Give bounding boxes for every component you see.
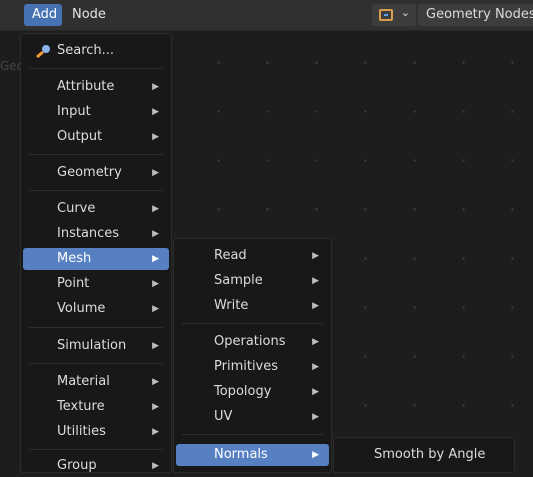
menu-divider [182, 434, 323, 435]
submenu-arrow-icon: ▶ [152, 168, 159, 178]
menu-item-geometry[interactable]: Geometry ▶ [23, 162, 169, 184]
submenu-arrow-icon: ▶ [152, 254, 159, 264]
mesh-submenu: Read ▶ Sample ▶ Write ▶ Operations ▶ Pri… [173, 238, 332, 473]
submenu-arrow-icon: ▶ [152, 461, 159, 471]
menu-item-label: Mesh [57, 251, 92, 266]
menu-divider [29, 68, 163, 69]
search-icon [35, 44, 53, 58]
chevron-down-icon: ⌄ [400, 6, 410, 19]
submenu-arrow-icon: ▶ [152, 304, 159, 314]
menu-item-label: Smooth by Angle [374, 447, 486, 462]
submenu-arrow-icon: ▶ [312, 387, 319, 397]
submenu-arrow-icon: ▶ [152, 427, 159, 437]
menu-item-volume[interactable]: Volume ▶ [23, 298, 169, 320]
menu-item-label: UV [214, 409, 233, 424]
menu-item-topology[interactable]: Topology ▶ [176, 381, 329, 403]
submenu-arrow-icon: ▶ [152, 132, 159, 142]
menu-item-group[interactable]: Group ▶ [23, 455, 169, 477]
add-menu: Search... Attribute ▶ Input ▶ Output ▶ G… [20, 33, 172, 473]
menu-item-label: Volume [57, 301, 106, 316]
normals-submenu: Smooth by Angle [333, 437, 515, 473]
submenu-arrow-icon: ▶ [312, 337, 319, 347]
menu-item-utilities[interactable]: Utilities ▶ [23, 421, 169, 443]
menu-item-label: Operations [214, 334, 286, 349]
submenu-arrow-icon: ▶ [312, 276, 319, 286]
menu-item-primitives[interactable]: Primitives ▶ [176, 356, 329, 378]
menu-item-point[interactable]: Point ▶ [23, 273, 169, 295]
submenu-arrow-icon: ▶ [152, 229, 159, 239]
menu-item-material[interactable]: Material ▶ [23, 371, 169, 393]
menu-item-sample[interactable]: Sample ▶ [176, 270, 329, 292]
editor-type-selector[interactable]: ⌄ [372, 4, 416, 26]
menu-item-operations[interactable]: Operations ▶ [176, 331, 329, 353]
submenu-arrow-icon: ▶ [312, 450, 319, 460]
menu-item-instances[interactable]: Instances ▶ [23, 223, 169, 245]
menu-item-label: Simulation [57, 338, 127, 353]
menu-item-uv[interactable]: UV ▶ [176, 406, 329, 428]
menu-divider [29, 327, 163, 328]
submenu-arrow-icon: ▶ [152, 82, 159, 92]
menu-item-label: Geometry [57, 165, 122, 180]
node-tree-selector[interactable]: Geometry Nodes [418, 4, 533, 26]
menu-item-label: Material [57, 374, 110, 389]
submenu-arrow-icon: ▶ [152, 377, 159, 387]
menu-divider [29, 449, 163, 450]
node-editor-icon [379, 9, 393, 21]
menu-item-label: Instances [57, 226, 120, 241]
submenu-arrow-icon: ▶ [152, 204, 159, 214]
menu-item-label: Write [214, 298, 249, 313]
menu-item-label: Point [57, 276, 90, 291]
submenu-arrow-icon: ▶ [312, 251, 319, 261]
menu-item-simulation[interactable]: Simulation ▶ [23, 335, 169, 357]
submenu-arrow-icon: ▶ [312, 362, 319, 372]
menu-item-input[interactable]: Input ▶ [23, 101, 169, 123]
menu-divider [29, 363, 163, 364]
add-menu-button[interactable]: Add [24, 4, 62, 26]
node-menu-button[interactable]: Node [64, 4, 114, 26]
submenu-arrow-icon: ▶ [312, 301, 319, 311]
menu-item-label: Normals [214, 447, 268, 462]
menu-divider [29, 190, 163, 191]
menu-item-label: Utilities [57, 424, 106, 439]
menu-item-label: Attribute [57, 79, 115, 94]
menu-divider [29, 154, 163, 155]
submenu-arrow-icon: ▶ [152, 279, 159, 289]
menu-item-label: Output [57, 129, 103, 144]
menu-item-label: Sample [214, 273, 263, 288]
menu-item-attribute[interactable]: Attribute ▶ [23, 76, 169, 98]
menu-item-read[interactable]: Read ▶ [176, 245, 329, 267]
menu-item-mesh[interactable]: Mesh ▶ [23, 248, 169, 270]
submenu-arrow-icon: ▶ [152, 402, 159, 412]
header-bar: Add Node ⌄ Geometry Nodes [0, 0, 533, 31]
menu-item-label: Curve [57, 201, 96, 216]
submenu-arrow-icon: ▶ [312, 412, 319, 422]
menu-item-label: Search... [57, 43, 115, 58]
menu-item-search[interactable]: Search... [23, 40, 169, 62]
menu-item-label: Group [57, 458, 97, 473]
menu-item-texture[interactable]: Texture ▶ [23, 396, 169, 418]
submenu-arrow-icon: ▶ [152, 107, 159, 117]
menu-item-curve[interactable]: Curve ▶ [23, 198, 169, 220]
menu-divider [182, 323, 323, 324]
menu-item-label: Topology [214, 384, 272, 399]
menu-item-output[interactable]: Output ▶ [23, 126, 169, 148]
menu-item-label: Primitives [214, 359, 279, 374]
menu-item-normals[interactable]: Normals ▶ [176, 444, 329, 466]
menu-item-write[interactable]: Write ▶ [176, 295, 329, 317]
menu-item-label: Texture [57, 399, 105, 414]
menu-item-smooth-by-angle[interactable]: Smooth by Angle [336, 444, 512, 466]
menu-item-label: Read [214, 248, 247, 263]
submenu-arrow-icon: ▶ [152, 341, 159, 351]
menu-item-label: Input [57, 104, 91, 119]
